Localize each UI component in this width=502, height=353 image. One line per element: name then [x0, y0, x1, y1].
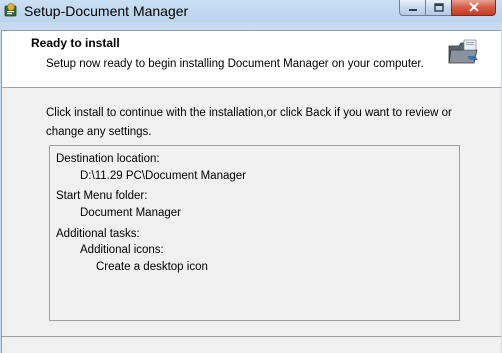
window-title: Setup-Document Manager [24, 3, 189, 19]
maximize-icon [433, 0, 444, 17]
close-button[interactable] [451, 0, 496, 16]
page-subtitle: Setup now ready to begin installing Docu… [46, 58, 424, 70]
caption-buttons [399, 0, 496, 18]
title-bar[interactable]: Setup-Document Manager [0, 0, 502, 22]
tasks-group: Additional icons: [80, 244, 164, 256]
start-menu-label: Start Menu folder: [56, 190, 148, 202]
minimize-icon [408, 0, 418, 17]
destination-label: Destination location: [56, 153, 160, 165]
minimize-button[interactable] [399, 0, 425, 16]
maximize-button[interactable] [425, 0, 451, 16]
destination-value: D:\11.29 PC\Document Manager [80, 170, 246, 182]
header-panel: Ready to install Setup now ready to begi… [2, 31, 501, 88]
intro-line-1: Click install to continue with the insta… [46, 107, 452, 119]
start-menu-value: Document Manager [80, 207, 181, 219]
setup-window: Setup-Document Manager Ready to install [0, 0, 502, 353]
close-icon [468, 0, 480, 17]
folder-install-icon [447, 38, 481, 68]
client-area: Ready to install Setup now ready to begi… [1, 30, 501, 353]
page-title: Ready to install [31, 36, 120, 50]
setup-app-icon[interactable] [3, 2, 19, 18]
intro-line-2: change any settings. [46, 126, 152, 138]
bottom-divider [2, 336, 501, 337]
install-summary-memo[interactable]: Destination location: D:\11.29 PC\Docume… [49, 145, 460, 321]
tasks-label: Additional tasks: [56, 228, 140, 240]
tasks-item: Create a desktop icon [96, 261, 208, 273]
intro-text: Click install to continue with the insta… [46, 104, 466, 142]
